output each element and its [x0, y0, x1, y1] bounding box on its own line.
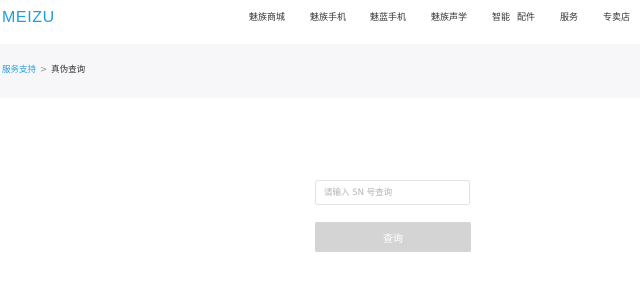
nav-item-stores[interactable]: 专卖店	[603, 12, 630, 24]
main-nav: 魅族商城 魅族手机 魅蓝手机 魅族声学 智能 配件 服务 专卖店	[0, 12, 640, 26]
nav-item-meizu-audio[interactable]: 魅族声学	[431, 12, 467, 24]
nav-item-smart[interactable]: 智能	[492, 12, 510, 24]
nav-item-meilan-phones[interactable]: 魅蓝手机	[370, 12, 406, 24]
breadcrumb: 服务支持 > 真伪查询	[2, 64, 85, 76]
breadcrumb-separator-icon: >	[40, 65, 48, 75]
sn-query-input[interactable]	[315, 180, 470, 205]
top-navigation-bar: MEIZU 魅族商城 魅族手机 魅蓝手机 魅族声学 智能 配件 服务 专卖店	[0, 0, 640, 44]
breadcrumb-bar	[0, 44, 640, 98]
breadcrumb-current-page: 真伪查询	[51, 65, 86, 75]
nav-item-service[interactable]: 服务	[560, 12, 578, 24]
nav-item-meizu-store[interactable]: 魅族商城	[249, 12, 285, 24]
breadcrumb-service-support-link[interactable]: 服务支持	[2, 65, 36, 75]
nav-item-meizu-phones[interactable]: 魅族手机	[310, 12, 346, 24]
nav-item-accessories[interactable]: 配件	[517, 12, 535, 24]
query-button[interactable]: 查询	[315, 222, 471, 252]
